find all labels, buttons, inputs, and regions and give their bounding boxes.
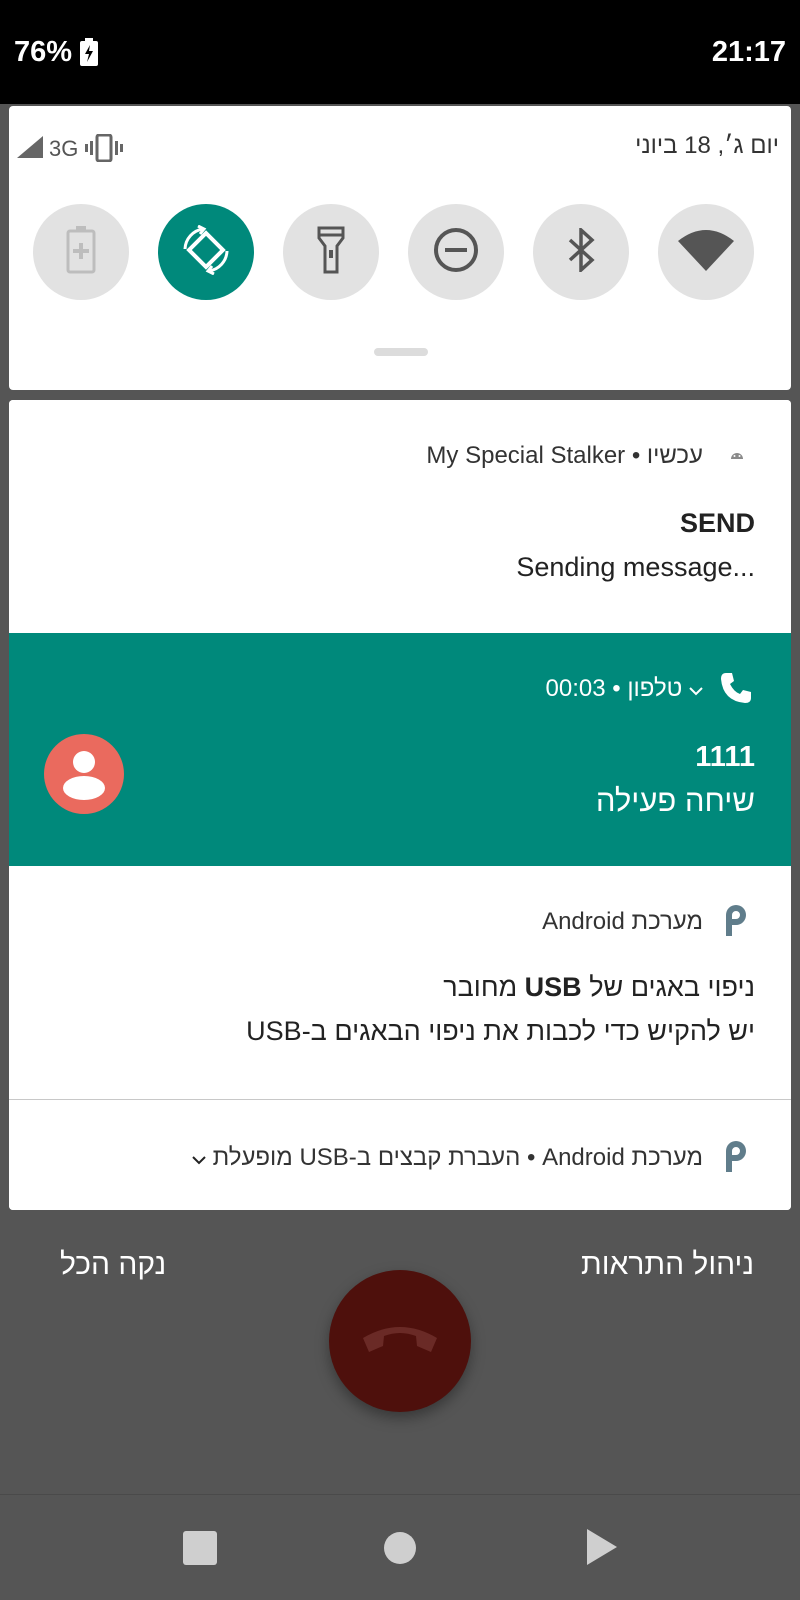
notification-header: טלפון • 00:03 [546,675,704,703]
title-bold: USB [524,972,582,1002]
home-button[interactable] [383,1531,417,1570]
caller-number: 1111 [695,741,755,773]
notification-text: יש להקיש כדי לכבות את ניפוי הבאגים ב-USB [246,1016,755,1046]
notification-time: עכשיו [646,442,703,469]
signal-icon [17,136,43,163]
vibrate-icon [85,133,123,167]
notification-header: עכשיו • My Special Stalker [426,442,703,469]
flashlight-tile[interactable] [283,204,379,300]
manage-notifications-button[interactable]: ניהול התראות [581,1248,754,1282]
wifi-tile[interactable] [658,204,754,300]
hang-up-icon [361,1324,439,1359]
notification-text: Sending message... [516,552,755,582]
quick-settings-panel: 3G יום ג׳, 18 ביוני [9,106,791,390]
android-system-icon [723,902,749,941]
clock: 21:17 [711,36,786,68]
title-prefix: ניפוי באגים של [589,972,755,1002]
end-call-button[interactable] [329,1270,471,1412]
call-status: שיחה פעילה [595,783,755,818]
phone-icon [719,671,753,710]
status-bar: 76% 21:17 [0,0,800,104]
navigation-bar [0,1494,800,1600]
android-app-icon [729,446,745,464]
notification-app-name: My Special Stalker [426,442,626,469]
date-label: יום ג׳, 18 ביוני [635,132,779,159]
title-suffix: מחובר [443,972,518,1002]
do-not-disturb-tile[interactable] [408,204,504,300]
notification-list: עכשיו • My Special Stalker SEND Sending … [9,400,791,1210]
flashlight-icon [317,226,345,279]
usb-debug-notification[interactable]: מערכת Android ניפוי באגים של USB מחובר י… [9,866,791,1099]
notification-header: מערכת Android • העברת קבצים ב-USB מופעלת [192,1144,703,1172]
android-system-icon [723,1138,749,1177]
call-app-name: טלפון [627,675,683,702]
usb-transfer-notification[interactable]: מערכת Android • העברת קבצים ב-USB מופעלת [9,1100,791,1210]
auto-rotate-tile[interactable] [158,204,254,300]
battery-saver-icon [66,225,96,279]
expand-handle[interactable] [374,348,428,356]
call-notification[interactable]: טלפון • 00:03 1111 שיחה פעילה [9,633,791,866]
notification-text: העברת קבצים ב-USB מופעלת [212,1144,521,1171]
recents-button[interactable] [183,1531,217,1570]
chevron-down-icon[interactable] [682,675,703,702]
battery-percentage: 76% [14,36,73,68]
bluetooth-tile[interactable] [533,204,629,300]
wifi-icon [678,229,734,276]
avatar [44,734,124,814]
notification-app-name: מערכת Android [542,908,703,935]
notification-title: SEND [679,508,755,538]
bluetooth-icon [566,225,596,277]
call-duration: 00:03 [545,675,606,702]
auto-rotate-icon [181,224,231,280]
chevron-down-icon[interactable] [192,1144,206,1171]
stalker-notification[interactable]: עכשיו • My Special Stalker SEND Sending … [9,400,791,633]
network-type-label: 3G [49,136,79,161]
back-button[interactable] [585,1527,619,1572]
app-name: מערכת Android [542,1144,703,1171]
clear-all-button[interactable]: נקה הכל [60,1248,166,1282]
do-not-disturb-icon [433,227,479,278]
battery-saver-tile[interactable] [33,204,129,300]
notification-title: ניפוי באגים של USB מחובר [443,972,755,1003]
battery-charging-icon [80,38,98,71]
